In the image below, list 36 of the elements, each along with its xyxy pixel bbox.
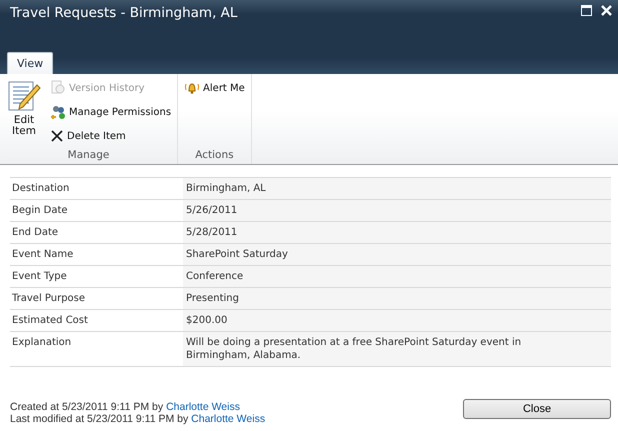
field-value: $200.00 bbox=[183, 310, 611, 331]
field-value: 5/28/2011 bbox=[183, 222, 611, 243]
edit-item-button[interactable]: Edit Item bbox=[4, 77, 44, 149]
created-info: Created at 5/23/2011 9:11 PM by Charlotte Weiss bbox=[10, 401, 241, 413]
close-button[interactable]: Close bbox=[463, 399, 611, 419]
field-label: Begin Date bbox=[11, 204, 69, 218]
field-label: Event Type bbox=[11, 270, 68, 284]
field-value: 5/26/2011 bbox=[183, 200, 611, 221]
field-label: Travel Purpose bbox=[11, 292, 86, 306]
author-link[interactable]: Charlotte Weiss bbox=[191, 413, 266, 425]
modified-info: Last modified at 5/23/2011 9:11 PM by Charlotte Weiss bbox=[10, 413, 266, 425]
ribbon-button[interactable]: Manage Permissions bbox=[48, 101, 174, 123]
ribbon-tab[interactable]: View bbox=[7, 52, 54, 74]
maximize-icon[interactable] bbox=[581, 5, 592, 16]
field-label: End Date bbox=[11, 226, 60, 240]
group-label: Manage bbox=[66, 149, 110, 163]
delete-icon bbox=[50, 129, 64, 143]
bell-icon bbox=[184, 81, 200, 95]
field-label: Destination bbox=[11, 182, 70, 196]
field-label: Explanation bbox=[11, 336, 72, 350]
author-link[interactable]: Charlotte Weiss bbox=[166, 401, 240, 413]
people-key-icon bbox=[50, 104, 66, 120]
field-value: Birmingham, AL bbox=[183, 178, 611, 199]
field-label: Event Name bbox=[11, 248, 74, 262]
group-label: Actions bbox=[194, 149, 235, 163]
field-value: Will be doing a presentation at a free SharePoint Saturday event in Birmingham, Alabama. bbox=[183, 332, 611, 366]
ribbon-button[interactable]: Delete Item bbox=[48, 125, 174, 147]
field-label: Estimated Cost bbox=[11, 314, 89, 328]
close-icon[interactable] bbox=[601, 5, 612, 16]
edit-document-icon bbox=[7, 79, 41, 113]
document-magnifier-icon bbox=[50, 80, 66, 96]
field-value: Conference bbox=[183, 266, 611, 287]
ribbon-button[interactable]: Alert Me bbox=[182, 77, 247, 99]
field-value: SharePoint Saturday bbox=[183, 244, 611, 265]
window-title: Travel Requests - Birmingham, AL bbox=[10, 5, 238, 21]
field-value: Presenting bbox=[183, 288, 611, 309]
